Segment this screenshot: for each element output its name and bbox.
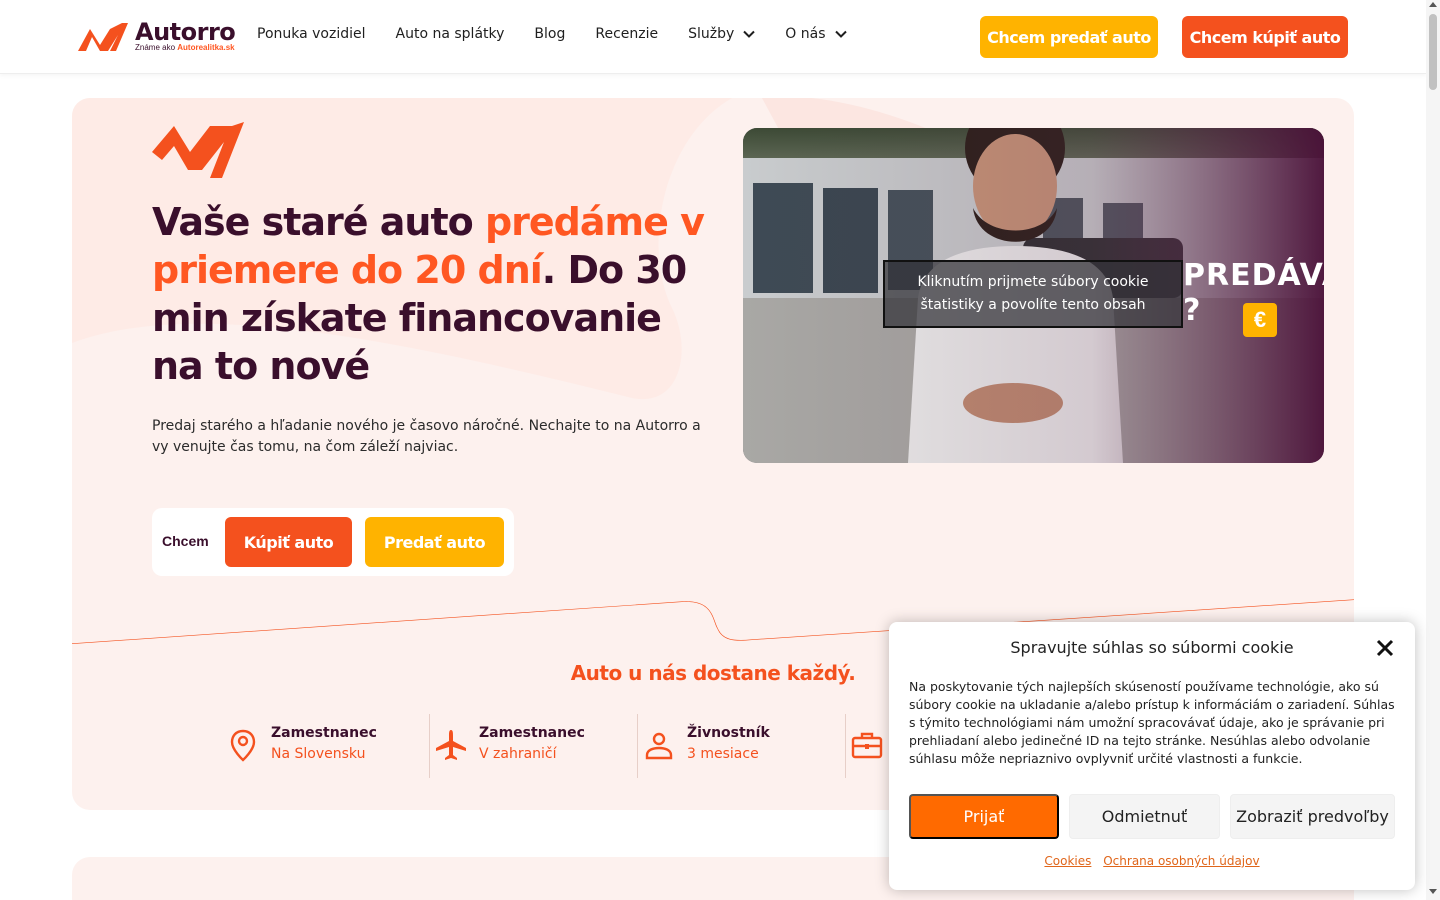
hero-subtext: Predaj starého a hľadanie nového je časo… [152,418,701,455]
nav-sluzby[interactable]: Služby [688,26,755,42]
briefcase-icon [851,732,883,759]
feature-self-employed: Živnostník 3 mesiace [638,714,846,778]
feature-subtitle: 3 mesiace [687,746,759,762]
feature-subtitle: V zahraničí [479,746,557,762]
nav-o-nas[interactable]: O nás [785,26,847,42]
logo-mark-icon [78,23,128,51]
person-icon [645,732,673,760]
video-cookie-consent-overlay[interactable]: Kliknutím prijmete súbory cookie štatist… [883,260,1183,328]
cookie-links: Cookies Ochrana osobných údajov [889,854,1415,868]
sell-car-header-button[interactable]: Chcem predať auto [980,16,1158,58]
chevron-down-icon [834,30,847,38]
feature-employee-slovakia: Zamestnanec Na Slovensku [222,714,430,778]
hero-headline: Vaše staré auto predáme v priemere do 20… [152,198,712,390]
main-nav: Ponuka vozidiel Auto na splátky Blog Rec… [257,26,877,42]
tagline-prefix: Známe ako [135,43,176,52]
hero-cta-box: Chcem Kúpiť auto Predať auto [152,508,514,576]
buy-car-button[interactable]: Kúpiť auto [225,517,352,567]
cookies-link[interactable]: Cookies [1044,854,1091,868]
page-scrollbar[interactable] [1426,0,1440,900]
feature-subtitle: Na Slovensku [271,746,366,762]
buy-car-header-button[interactable]: Chcem kúpiť auto [1182,16,1348,58]
scroll-down-arrow-icon[interactable] [1429,889,1437,894]
site-header: Autorro Známe ako Autorealitka.sk Ponuka… [0,0,1426,74]
close-icon[interactable] [1375,638,1395,658]
autorro-logo[interactable]: Autorro Známe ako Autorealitka.sk [78,18,248,59]
nav-sluzby-label: Služby [688,26,735,42]
feature-title: Zamestnanec [479,725,585,741]
location-pin-icon [230,729,256,762]
cookie-deny-button[interactable]: Odmietnuť [1069,794,1220,839]
cta-label: Chcem [162,533,209,549]
feature-title: Zamestnanec [271,725,377,741]
cookie-consent-dialog: Spravujte súhlas so súbormi cookie Na po… [889,622,1415,890]
nav-ponuka-vozidiel[interactable]: Ponuka vozidiel [257,26,366,42]
brand-mark-icon [152,122,244,178]
cookie-accept-button[interactable]: Prijať [909,794,1059,839]
cookie-preferences-button[interactable]: Zobraziť predvoľby [1230,794,1395,839]
chevron-down-icon [743,30,755,38]
headline-part1: Vaše staré auto [152,200,485,244]
cookie-dialog-text: Na poskytovanie tých najlepších skúsenos… [909,679,1395,766]
nav-blog[interactable]: Blog [534,26,565,42]
airplane-icon [436,730,466,760]
logo-brand: Autorro [135,18,236,46]
nav-o-nas-label: O nás [785,26,826,42]
nav-recenzie[interactable]: Recenzie [595,26,658,42]
hero-video[interactable]: PREDÁVATE ? € Kliknutím prijmete súbory … [743,128,1324,463]
tagline-highlight: Autorealitka.sk [177,43,235,52]
feature-title: Živnostník [687,725,770,741]
cookie-dialog-title: Spravujte súhlas so súbormi cookie [1010,638,1294,657]
scroll-up-arrow-icon[interactable] [1429,2,1437,7]
scroll-thumb[interactable] [1429,14,1437,90]
logo-tagline: Známe ako Autorealitka.sk [135,43,235,52]
euro-icon: € [1243,303,1277,337]
feature-employee-abroad: Zamestnanec V zahraničí [430,714,638,778]
privacy-policy-link[interactable]: Ochrana osobných údajov [1103,854,1259,868]
sell-car-button[interactable]: Predať auto [365,517,504,567]
nav-auto-na-splatky[interactable]: Auto na splátky [396,26,505,42]
